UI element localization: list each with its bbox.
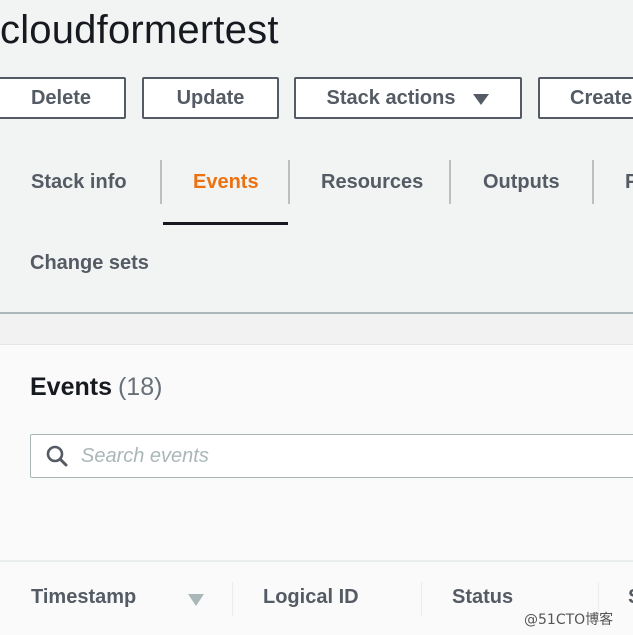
tab-outputs[interactable]: Outputs xyxy=(483,160,560,204)
stack-actions-label: Stack actions xyxy=(326,86,456,109)
column-header-logical-id[interactable]: Logical ID xyxy=(263,586,359,609)
tab-stack-info[interactable]: Stack info xyxy=(31,160,127,204)
events-title: Events xyxy=(30,373,112,401)
section-spacer xyxy=(0,314,633,345)
create-button-label: Create xyxy=(570,86,633,109)
sort-descending-icon[interactable] xyxy=(188,594,204,606)
column-header-status[interactable]: Status xyxy=(452,586,513,609)
tab-divider xyxy=(160,160,162,204)
tab-change-sets[interactable]: Change sets xyxy=(30,252,149,275)
search-events-input[interactable] xyxy=(81,444,581,468)
search-icon xyxy=(46,445,68,467)
stack-actions-dropdown[interactable]: Stack actions xyxy=(294,77,522,119)
tab-parameters[interactable]: P xyxy=(625,160,633,204)
create-stack-button[interactable]: Create xyxy=(538,77,633,119)
active-tab-indicator xyxy=(163,222,288,225)
column-header-timestamp[interactable]: Timestamp xyxy=(31,586,136,609)
update-button-label: Update xyxy=(176,86,245,109)
search-events-field[interactable] xyxy=(30,434,633,478)
watermark: @51CTO博客 xyxy=(524,612,614,628)
tab-events[interactable]: Events xyxy=(193,160,259,204)
column-divider[interactable] xyxy=(421,582,422,616)
stack-details-page: cloudformertest Delete Update Stack acti… xyxy=(0,0,633,635)
column-divider[interactable] xyxy=(232,582,233,616)
tab-resources[interactable]: Resources xyxy=(321,160,423,204)
events-heading: Events (18) xyxy=(30,373,162,402)
tab-bar: Stack info Events Resources Outputs P xyxy=(0,160,633,226)
tab-divider xyxy=(449,160,451,204)
events-count: (18) xyxy=(117,373,163,401)
update-button[interactable]: Update xyxy=(142,77,279,119)
tab-divider xyxy=(288,160,290,204)
delete-button-label: Delete xyxy=(30,86,92,109)
tab-divider xyxy=(592,160,594,204)
page-title: cloudformertest xyxy=(0,8,279,52)
column-header-status-reason[interactable]: S xyxy=(628,586,633,609)
delete-button[interactable]: Delete xyxy=(0,77,126,119)
caret-down-icon xyxy=(473,93,490,105)
